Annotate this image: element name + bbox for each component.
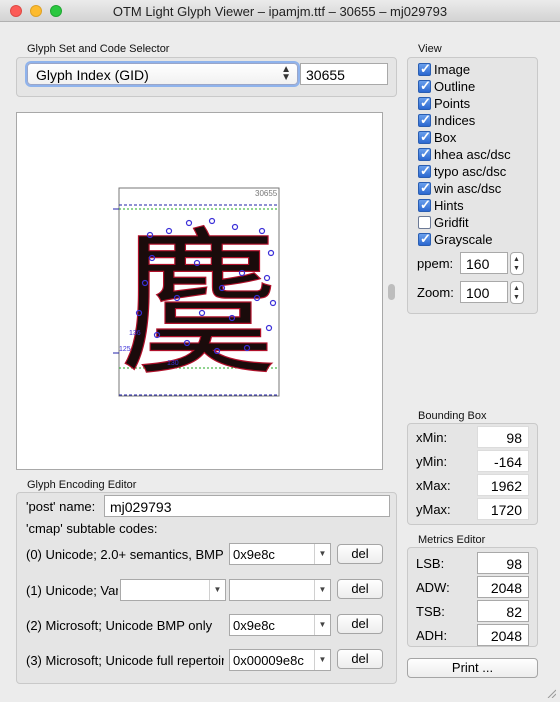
- xmax-label: xMax:: [416, 478, 451, 493]
- down-arrow-icon: ▼: [513, 294, 520, 301]
- ymax-label: yMax:: [416, 502, 451, 517]
- checkbox-box[interactable]: [418, 129, 431, 145]
- cmap-row-0-label: (0) Unicode; 2.0+ semantics, BMP only: [26, 547, 224, 562]
- resize-grip-icon[interactable]: [546, 688, 556, 698]
- glyph-set-value: Glyph Index (GID): [36, 67, 149, 83]
- xmax-value-field: 1962: [477, 474, 529, 496]
- post-name-input[interactable]: mj029793: [104, 495, 390, 517]
- cmap-row-0-del-button[interactable]: del: [337, 544, 383, 564]
- glyph-canvas[interactable]: 30655 麌 125 136 130: [16, 112, 383, 470]
- encoding-group-label: Glyph Encoding Editor: [27, 479, 137, 491]
- cmap-row-2-label: (2) Microsoft; Unicode BMP only: [26, 618, 213, 633]
- glyph-set-select[interactable]: Glyph Index (GID) ▲ ▼: [27, 63, 298, 85]
- svg-text:125: 125: [119, 346, 131, 353]
- cmap-row-1-selector[interactable]: ▼: [120, 579, 226, 601]
- cmap-row-3-del-button[interactable]: del: [337, 649, 383, 669]
- svg-text:130: 130: [167, 360, 179, 367]
- ymax-value-field: 1720: [477, 498, 529, 520]
- glyph-code-value: 30655: [306, 67, 345, 83]
- ppem-input[interactable]: 160: [460, 252, 508, 274]
- checkbox-indices[interactable]: [418, 112, 431, 128]
- adh-input[interactable]: 2048: [477, 624, 529, 646]
- bounding-box-group-label: Bounding Box: [418, 410, 487, 422]
- cmap-row-3-label: (3) Microsoft; Unicode full repertoire: [26, 653, 224, 668]
- down-arrow-icon: ▼: [513, 265, 520, 272]
- ppem-stepper[interactable]: ▲ ▼: [510, 252, 524, 275]
- print-button[interactable]: Print ...: [407, 658, 538, 678]
- ymin-label: yMin:: [416, 454, 448, 469]
- cmap-row-1-code[interactable]: ▼: [229, 579, 331, 601]
- checkbox-grayscale[interactable]: [418, 231, 431, 247]
- cmap-row-2-del-button[interactable]: del: [337, 614, 383, 634]
- cmap-row-3-code[interactable]: 0x00009e8c ▼: [229, 649, 331, 671]
- glyph-drawing: 30655 麌 125 136 130: [113, 187, 280, 399]
- checkbox-win[interactable]: [418, 180, 431, 196]
- lsb-label: LSB:: [416, 556, 445, 571]
- zoom-input[interactable]: 100: [460, 281, 508, 303]
- post-name-label: 'post' name:: [26, 499, 96, 514]
- xmin-value-field: 98: [477, 426, 529, 448]
- adw-label: ADW:: [416, 580, 450, 595]
- svg-text:136: 136: [129, 330, 141, 337]
- glyph-selector-group-label: Glyph Set and Code Selector: [27, 43, 170, 55]
- tsb-label: TSB:: [416, 604, 445, 619]
- checkbox-hints[interactable]: [418, 197, 431, 213]
- chevron-updown-icon: ▲ ▼: [281, 64, 291, 83]
- tsb-input[interactable]: 82: [477, 600, 529, 622]
- dropdown-arrow-icon[interactable]: ▼: [314, 615, 330, 635]
- cmap-row-2-code[interactable]: 0x9e8c ▼: [229, 614, 331, 636]
- dropdown-arrow-icon[interactable]: ▼: [314, 650, 330, 670]
- gid-label: 30655: [255, 189, 278, 198]
- ppem-label: ppem:: [417, 256, 454, 271]
- zoom-stepper[interactable]: ▲ ▼: [510, 281, 524, 304]
- zoom-label: Zoom:: [417, 285, 454, 300]
- checkbox-outline[interactable]: [418, 78, 431, 94]
- title-bar[interactable]: OTM Light Glyph Viewer – ipamjm.ttf – 30…: [0, 0, 560, 22]
- canvas-scrollbar-thumb[interactable]: [388, 284, 395, 300]
- checkbox-hhea[interactable]: [418, 146, 431, 162]
- xmin-label: xMin:: [416, 430, 448, 445]
- ymin-value-field: -164: [477, 450, 529, 472]
- glyph-code-input[interactable]: 30655: [300, 63, 388, 85]
- adh-label: ADH:: [416, 628, 448, 643]
- dropdown-arrow-icon[interactable]: ▼: [314, 544, 330, 564]
- cmap-row-0-code[interactable]: 0x9e8c ▼: [229, 543, 331, 565]
- checkbox-image[interactable]: [418, 61, 431, 77]
- dropdown-arrow-icon[interactable]: ▼: [314, 580, 330, 600]
- dropdown-arrow-icon[interactable]: ▼: [209, 580, 225, 600]
- adw-input[interactable]: 2048: [477, 576, 529, 598]
- up-arrow-icon: ▲: [513, 285, 520, 292]
- app-window: OTM Light Glyph Viewer – ipamjm.ttf – 30…: [0, 0, 560, 702]
- checkbox-gridfit[interactable]: [418, 216, 431, 229]
- metrics-group-label: Metrics Editor: [418, 534, 486, 546]
- checkbox-typo[interactable]: [418, 163, 431, 179]
- checkbox-points[interactable]: [418, 95, 431, 111]
- glyph-image: 麌: [120, 214, 278, 398]
- lsb-input[interactable]: 98: [477, 552, 529, 574]
- window-title: OTM Light Glyph Viewer – ipamjm.ttf – 30…: [112, 4, 448, 19]
- up-arrow-icon: ▲: [513, 256, 520, 263]
- cmap-row-1-del-button[interactable]: del: [337, 579, 383, 599]
- cmap-label: 'cmap' subtable codes:: [26, 521, 158, 536]
- view-group-label: View: [418, 43, 442, 55]
- cmap-row-1-label: (1) Unicode; Variation Sequences: [26, 583, 118, 598]
